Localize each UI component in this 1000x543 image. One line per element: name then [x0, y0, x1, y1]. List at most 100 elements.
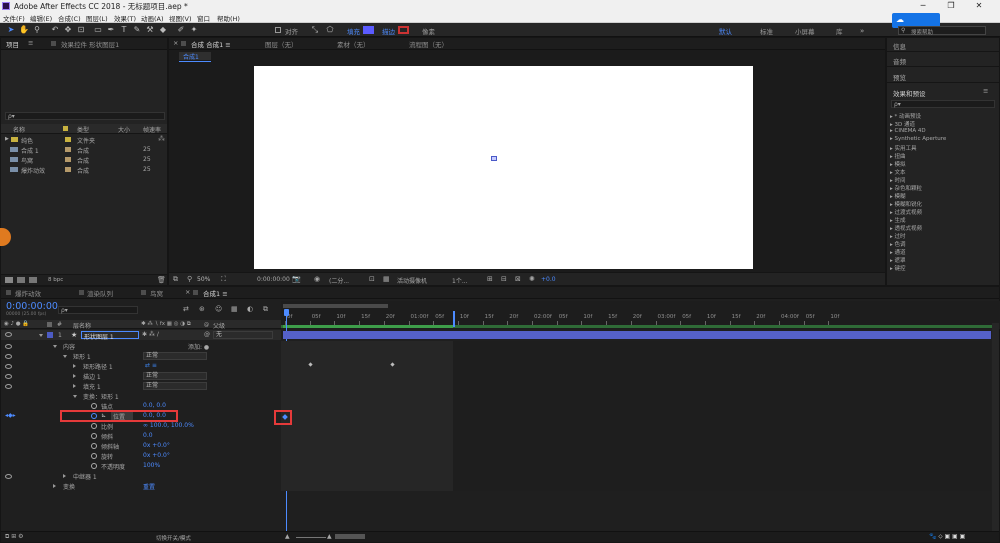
property-row-skew[interactable]: 倾斜 0.0: [3, 431, 279, 441]
property-row-rotation[interactable]: 旋转 0x +0.0°: [3, 451, 279, 461]
path-direction-icon[interactable]: ⇄ ≡: [145, 362, 157, 369]
item-label-color[interactable]: [65, 147, 71, 152]
col-fps[interactable]: 帧速率: [143, 125, 161, 134]
menu-layer[interactable]: 图层(L): [86, 13, 108, 23]
twirl-right-icon[interactable]: [53, 484, 56, 488]
col-parent[interactable]: 父级: [213, 321, 225, 330]
parent-dropdown[interactable]: 无: [213, 331, 273, 339]
effect-category[interactable]: ▸ 文本: [890, 168, 906, 176]
stopwatch-active-icon[interactable]: [91, 413, 97, 419]
fast-preview-icon[interactable]: ⊠: [515, 275, 521, 283]
region-icon[interactable]: ⊡: [369, 275, 375, 283]
menu-view[interactable]: 视图(V): [169, 13, 192, 23]
exposure-icon[interactable]: ✺: [529, 275, 535, 283]
composition-canvas[interactable]: [254, 66, 753, 269]
blend-mode-dropdown[interactable]: 正常: [143, 382, 207, 390]
info-section[interactable]: 信息: [887, 38, 999, 52]
effect-category[interactable]: ▸ 模糊: [890, 192, 906, 200]
menu-file[interactable]: 文件(F): [3, 13, 25, 23]
parent-pickwhip-icon[interactable]: @: [204, 331, 210, 338]
footer-toggle-icons[interactable]: ⧉ ⊞ ⚙: [5, 533, 24, 541]
twirl-down-icon[interactable]: [63, 355, 67, 358]
add-button[interactable]: 添加: ●: [188, 342, 209, 351]
effects-search-input[interactable]: ρ▾: [891, 100, 995, 108]
zoom-dropdown[interactable]: 50%: [197, 276, 210, 283]
effect-category[interactable]: ▸ 实用工具: [890, 144, 917, 152]
property-value[interactable]: ∞ 100.0, 100.0%: [143, 422, 194, 429]
layer-switches[interactable]: ✱ ⁂ ∕: [142, 331, 159, 338]
tab-project[interactable]: 项目: [6, 39, 19, 49]
pan-behind-icon[interactable]: ⊡: [76, 25, 86, 35]
lock-icon[interactable]: [193, 290, 198, 295]
minimize-button[interactable]: ─: [912, 0, 934, 12]
views-dropdown[interactable]: 1个...: [452, 276, 468, 285]
stopwatch-icon[interactable]: [91, 403, 97, 409]
menu-help[interactable]: 帮助(H): [217, 13, 240, 23]
exposure-value[interactable]: +0.0: [541, 276, 556, 283]
roto-brush-icon[interactable]: ✐: [176, 25, 186, 35]
frame-blending-icon[interactable]: ▦: [231, 305, 238, 313]
fit-icon[interactable]: ⛶: [221, 275, 226, 284]
hand-tool-icon[interactable]: ✋: [19, 25, 29, 35]
orbit-camera-icon[interactable]: ✥: [63, 25, 73, 35]
effect-category[interactable]: ▸ 杂色和颗粒: [890, 184, 922, 192]
camera-dropdown[interactable]: 活动摄像机: [397, 276, 427, 285]
always-preview-icon[interactable]: ⧉: [173, 275, 178, 284]
composition-mini-flowchart-icon[interactable]: ⇄: [183, 305, 189, 313]
tab-explode[interactable]: 爆炸动效: [15, 288, 41, 298]
menu-edit[interactable]: 编辑(E): [30, 13, 52, 23]
property-value[interactable]: 0x +0.0°: [143, 452, 170, 459]
item-label-color[interactable]: [65, 157, 71, 162]
property-row-fill[interactable]: 填充 1 正常: [3, 381, 279, 391]
item-label-color[interactable]: [65, 137, 71, 142]
effect-category[interactable]: ▸ 透视式视频: [890, 224, 922, 232]
property-value[interactable]: 100%: [143, 462, 160, 469]
effects-presets-header[interactable]: 效果和预设 ≡: [887, 85, 999, 98]
property-value[interactable]: 0x +0.0°: [143, 442, 170, 449]
effect-category[interactable]: ▸ 键控: [890, 264, 906, 272]
zoom-in-icon[interactable]: ▲: [327, 533, 332, 540]
property-row-contents[interactable]: 内容 添加: ●: [3, 341, 279, 351]
twirl-right-icon[interactable]: [73, 364, 76, 368]
effect-category[interactable]: ▸ 模拟: [890, 160, 906, 168]
audio-section[interactable]: 音频: [887, 53, 999, 67]
visibility-eye-icon[interactable]: [5, 332, 12, 337]
workspace-standard[interactable]: 标准: [760, 26, 773, 36]
timeline-timecode[interactable]: 0:00:00:00: [6, 301, 58, 312]
stroke-color-swatch[interactable]: [398, 26, 409, 34]
snap-icon[interactable]: ⤡: [310, 25, 320, 35]
fill-label[interactable]: 填充: [347, 26, 360, 36]
twirl-right-icon[interactable]: [73, 384, 76, 388]
stopwatch-icon[interactable]: [91, 423, 97, 429]
property-row-rect-path[interactable]: 矩形路径 1 ⇄ ≡: [3, 361, 279, 371]
property-value[interactable]: 0.0: [143, 432, 153, 439]
new-folder-icon[interactable]: [17, 277, 25, 283]
bpc-label[interactable]: 8 bpc: [48, 277, 63, 283]
visibility-eye-icon[interactable]: [5, 354, 12, 359]
toggle-pixel-icon[interactable]: ⊞: [487, 275, 493, 283]
tab-comp1[interactable]: 合成1 ≡: [203, 288, 228, 298]
fill-color-swatch[interactable]: [363, 26, 374, 34]
blend-mode-dropdown[interactable]: 正常: [143, 372, 207, 380]
menu-effect[interactable]: 效果(T): [114, 13, 136, 23]
keyframe-navigator[interactable]: ◂◆▸: [5, 412, 16, 419]
property-value[interactable]: 0.0, 0.0: [143, 412, 166, 419]
effect-category[interactable]: ▸ 遮罩: [890, 256, 906, 264]
align-checkbox[interactable]: [275, 27, 281, 33]
delete-icon[interactable]: 🗑: [157, 276, 166, 284]
rotate-tool-icon[interactable]: ↶: [50, 25, 60, 35]
time-ruler-area[interactable]: 0f 05f 10f 15f 20f 01:00f 05f 10f 15f 20f 02:00f 05…: [281, 301, 1000, 329]
list-item[interactable]: 爆炸动效 合成 25: [1, 165, 167, 175]
zoom-tool-icon[interactable]: ⚲: [32, 25, 42, 35]
layer-twirl-icon[interactable]: [39, 334, 43, 337]
effect-category[interactable]: ▸ 过时: [890, 232, 906, 240]
effect-category[interactable]: ▸ Synthetic Aperture: [890, 136, 946, 142]
graph-toggle[interactable]: ⊾: [101, 412, 106, 419]
maximize-button[interactable]: ❐: [940, 0, 962, 12]
property-value[interactable]: 0.0, 0.0: [143, 402, 166, 409]
type-tool-icon[interactable]: T: [119, 25, 129, 35]
rectangle-tool-icon[interactable]: ▭: [93, 25, 103, 35]
pen-tool-icon[interactable]: ✒: [106, 25, 116, 35]
list-item[interactable]: 鸟窝 合成 25: [1, 155, 167, 165]
new-composition-icon[interactable]: [29, 277, 37, 283]
